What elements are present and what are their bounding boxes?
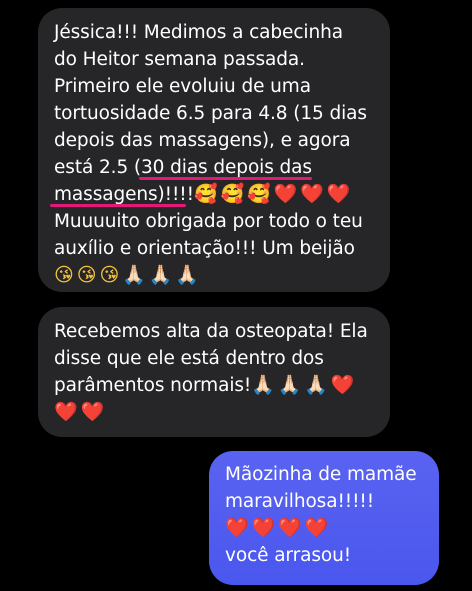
smiling-face-with-hearts-emoji: 🥰 bbox=[220, 183, 245, 205]
highlight-underline bbox=[50, 204, 186, 207]
red-heart-emoji: ❤️ bbox=[273, 183, 298, 205]
message-text-line: você arrasou! bbox=[225, 545, 352, 566]
message-text-line: Primeiro ele evoluiu de uma bbox=[54, 76, 311, 97]
message-text-line: Recebemos alta da osteopata! Ela bbox=[54, 321, 368, 342]
emoji-line: 😘 😘 😘 🙏🏻 🙏🏻 🙏🏻 bbox=[54, 262, 390, 289]
message-text-segment: está 2.5 ( bbox=[54, 157, 142, 178]
highlighted-text-segment: 30 dias depois das bbox=[141, 157, 312, 178]
red-heart-emoji: ❤️ bbox=[326, 183, 351, 205]
folded-hands-emoji: 🙏🏻 bbox=[277, 374, 302, 396]
message-text-line: Muuuuito obrigada por todo o teu bbox=[54, 211, 363, 232]
highlight-underline bbox=[139, 177, 312, 180]
smiling-face-with-hearts-emoji: 🥰 bbox=[193, 183, 218, 205]
emoji-line: ❤️ ❤️ bbox=[54, 399, 390, 426]
red-heart-emoji: ❤️ bbox=[80, 401, 105, 423]
red-heart-emoji: ❤️ bbox=[304, 517, 329, 539]
message-text-line: do Heitor semana passada. bbox=[54, 49, 305, 70]
highlighted-text: massagens)!!!! bbox=[50, 181, 194, 208]
message-text-line: disse que ele está dentro dos bbox=[54, 348, 324, 369]
folded-hands-emoji: 🙏🏻 bbox=[148, 264, 173, 286]
highlighted-text: 30 dias depois das bbox=[139, 154, 312, 181]
message-text-line: tortuosidade 6.5 para 4.8 (15 dias bbox=[54, 103, 367, 124]
message-text-line: maravilhosa!!!!! bbox=[225, 491, 375, 512]
red-heart-emoji: ❤️ bbox=[251, 517, 276, 539]
message-text-line: auxílio e orientação!!! Um beijão bbox=[54, 238, 355, 259]
red-heart-emoji: ❤️ bbox=[278, 517, 302, 539]
red-heart-emoji: ❤️ bbox=[54, 401, 78, 423]
face-blowing-kiss-emoji: 😘 bbox=[99, 264, 120, 286]
face-blowing-kiss-emoji: 😘 bbox=[54, 264, 74, 286]
red-heart-emoji: ❤️ bbox=[300, 183, 324, 205]
message-text-line: depois das massagens), e agora bbox=[54, 130, 351, 151]
incoming-message-bubble[interactable]: Jéssica!!! Medimos a cabecinha do Heitor… bbox=[38, 8, 390, 292]
highlighted-text-segment: massagens)!!!! bbox=[54, 184, 194, 205]
message-text-line: parâmentos normais!🙏🏻 🙏🏻 🙏🏻 ❤️ bbox=[54, 372, 390, 399]
message-text-segment: parâmentos normais! bbox=[54, 375, 252, 396]
incoming-message-bubble[interactable]: Recebemos alta da osteopata! Ela disse q… bbox=[38, 307, 390, 437]
message-text-line: Jéssica!!! Medimos a cabecinha bbox=[54, 22, 343, 43]
red-heart-emoji: ❤️ bbox=[225, 517, 249, 539]
folded-hands-emoji: 🙏🏻 bbox=[304, 374, 328, 396]
emoji-line: ❤️ ❤️ ❤️ ❤️ bbox=[225, 515, 439, 542]
message-text-line-highlighted: massagens)!!!! 🥰 🥰 🥰 ❤️ ❤️ ❤️ bbox=[50, 181, 390, 208]
face-blowing-kiss-emoji: 😘 bbox=[76, 264, 97, 286]
smiling-face-with-hearts-emoji: 🥰 bbox=[247, 183, 271, 205]
red-heart-emoji: ❤️ bbox=[330, 374, 355, 396]
message-text-line-highlighted: está 2.5 (30 dias depois das bbox=[54, 154, 390, 181]
message-text-line: Mãozinha de mamãe bbox=[225, 464, 417, 485]
folded-hands-emoji: 🙏🏻 bbox=[251, 374, 275, 396]
outgoing-message-bubble[interactable]: Mãozinha de mamãe maravilhosa!!!!! ❤️ ❤️ ❤… bbox=[209, 451, 439, 585]
folded-hands-emoji: 🙏🏻 bbox=[175, 264, 199, 286]
folded-hands-emoji: 🙏🏻 bbox=[122, 264, 146, 286]
